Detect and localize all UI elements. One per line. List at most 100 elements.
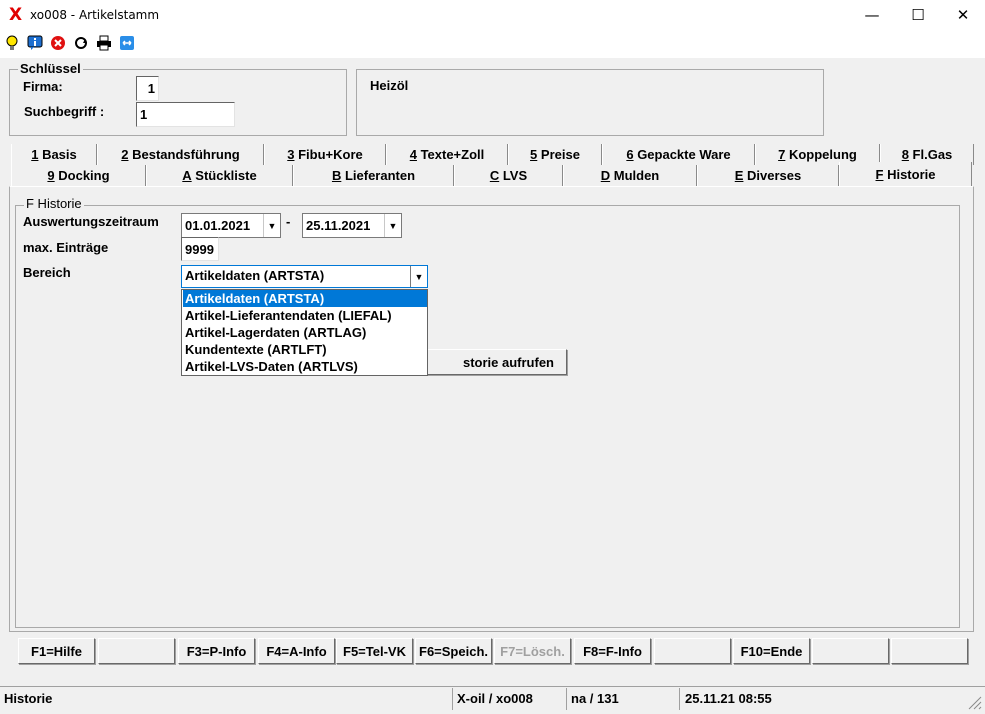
f8-f-info-button[interactable]: F8=F-Info (574, 638, 651, 664)
tab-diverses[interactable]: E Diverses (697, 165, 839, 186)
chevron-down-icon[interactable]: ▼ (263, 214, 280, 237)
zeitraum-label: Auswertungszeitraum (23, 214, 159, 229)
info-icon[interactable] (26, 34, 44, 52)
tab-key: F (875, 167, 884, 182)
window-title: xo008 - Artikelstamm (30, 8, 160, 22)
chevron-down-icon[interactable]: ▼ (410, 266, 427, 287)
tab-gepackte-ware[interactable]: 6 Gepackte Ware (602, 144, 755, 165)
dropdown-option-artlft[interactable]: Kundentexte (ARTLFT) (183, 341, 427, 358)
f12-empty-button[interactable] (891, 638, 968, 664)
tab-key: 7 (778, 147, 786, 162)
f4-a-info-button[interactable]: F4=A-Info (258, 638, 335, 664)
tab-label: Lieferanten (341, 168, 416, 183)
status-divider (679, 688, 680, 710)
f7-delete-button: F7=Lösch. (494, 638, 571, 664)
tab-key: A (182, 168, 192, 183)
tab-label: Fibu+Kore (294, 147, 363, 162)
suchbegriff-field[interactable]: 1 (136, 102, 235, 127)
f2-empty-button[interactable] (98, 638, 175, 664)
tab-mulden[interactable]: D Mulden (563, 165, 697, 186)
tab-label: Fl.Gas (908, 147, 953, 162)
minimize-button[interactable]: — (849, 0, 895, 30)
tab-label: Texte+Zoll (416, 147, 485, 162)
print-icon[interactable] (95, 34, 113, 52)
date-from-picker[interactable]: 01.01.2021 ▼ (181, 213, 281, 238)
tab-label: Bestandsführung (128, 147, 240, 162)
status-divider (452, 688, 453, 710)
firma-field[interactable]: 1 (136, 76, 159, 101)
tab-label: Diverses (743, 168, 802, 183)
chevron-down-icon[interactable]: ▼ (384, 214, 401, 237)
f3-p-info-button[interactable]: F3=P-Info (178, 638, 255, 664)
swap-icon[interactable] (118, 34, 136, 52)
dropdown-option-artsta[interactable]: Artikeldaten (ARTSTA) (183, 290, 427, 307)
max-eintraege-field[interactable]: 9999 (181, 237, 219, 261)
tab-docking[interactable]: 9 Docking (11, 165, 146, 186)
tab-key: C (489, 168, 500, 183)
f5-tel-vk-button[interactable]: F5=Tel-VK (336, 638, 413, 664)
bereich-select[interactable]: Artikeldaten (ARTSTA) ▼ (181, 265, 428, 288)
lightbulb-icon[interactable] (3, 34, 21, 52)
date-to-picker[interactable]: 25.11.2021 ▼ (302, 213, 402, 238)
cancel-icon[interactable] (49, 34, 67, 52)
tab-key: 1 (31, 147, 39, 162)
tab-label: Mulden (610, 168, 660, 183)
tab-basis[interactable]: 1 Basis (11, 144, 97, 165)
tab-texte-zoll[interactable]: 4 Texte+Zoll (386, 144, 508, 165)
tab-label: Basis (38, 147, 77, 162)
tab-key: E (734, 168, 744, 183)
date-to-value: 25.11.2021 (306, 218, 371, 233)
tab-bestandsfuehrung[interactable]: 2 Bestandsführung (97, 144, 264, 165)
tab-key: 8 (901, 147, 909, 162)
bereich-selected-value: Artikeldaten (ARTSTA) (185, 268, 325, 283)
f1-help-button[interactable]: F1=Hilfe (18, 638, 95, 664)
tab-lieferanten[interactable]: B Lieferanten (293, 165, 454, 186)
tab-label: Gepackte Ware (633, 147, 731, 162)
date-separator: - (286, 214, 291, 229)
dropdown-option-artlag[interactable]: Artikel-Lagerdaten (ARTLAG) (183, 324, 427, 341)
bereich-dropdown-list: Artikeldaten (ARTSTA) Artikel-Lieferante… (181, 289, 428, 376)
close-button[interactable]: ✕ (940, 0, 985, 30)
tab-label: Docking (54, 168, 110, 183)
tab-label: Historie (883, 167, 936, 182)
bereich-label: Bereich (23, 265, 71, 280)
tab-key: 3 (287, 147, 295, 162)
refresh-icon[interactable] (72, 34, 90, 52)
description-box (356, 69, 824, 136)
tab-preise[interactable]: 5 Preise (508, 144, 602, 165)
maximize-button[interactable]: ☐ (895, 0, 941, 30)
f9-empty-button[interactable] (654, 638, 731, 664)
tab-key: 9 (47, 168, 55, 183)
status-divider (566, 688, 567, 710)
key-group-title: Schlüssel (18, 61, 83, 76)
tab-stueckliste[interactable]: A Stückliste (146, 165, 293, 186)
tab-historie[interactable]: F Historie (839, 162, 972, 187)
tab-key: D (600, 168, 611, 183)
tab-key: B (331, 168, 342, 183)
historie-aufrufen-label: storie aufrufen (462, 354, 554, 370)
historie-group (15, 205, 960, 628)
historie-group-title: F Historie (24, 196, 84, 211)
tab-label: Koppelung (785, 147, 857, 162)
status-user: na / 131 (571, 691, 619, 706)
date-from-value: 01.01.2021 (185, 218, 251, 233)
f10-exit-button[interactable]: F10=Ende (733, 638, 810, 664)
tab-lvs[interactable]: C LVS (454, 165, 563, 186)
status-datetime: 25.11.21 08:55 (685, 691, 772, 706)
dropdown-option-artlvs[interactable]: Artikel-LVS-Daten (ARTLVS) (183, 358, 427, 375)
dropdown-option-liefal[interactable]: Artikel-Lieferantendaten (LIEFAL) (183, 307, 427, 324)
firma-label: Firma: (23, 79, 63, 94)
tab-label: Preise (537, 147, 580, 162)
resize-grip-icon[interactable] (966, 694, 982, 713)
tab-label: LVS (499, 168, 528, 183)
status-system: X-oil / xo008 (457, 691, 533, 706)
tab-key: 2 (121, 147, 129, 162)
f6-save-button[interactable]: F6=Speich. (415, 638, 492, 664)
max-eintraege-label: max. Einträge (23, 240, 109, 255)
tab-key: 4 (409, 147, 417, 162)
tab-fibu-kore[interactable]: 3 Fibu+Kore (264, 144, 386, 165)
suchbegriff-label: Suchbegriff : (24, 104, 105, 119)
tab-label: Stückliste (191, 168, 257, 183)
toolbar (0, 30, 985, 58)
f11-empty-button[interactable] (812, 638, 889, 664)
